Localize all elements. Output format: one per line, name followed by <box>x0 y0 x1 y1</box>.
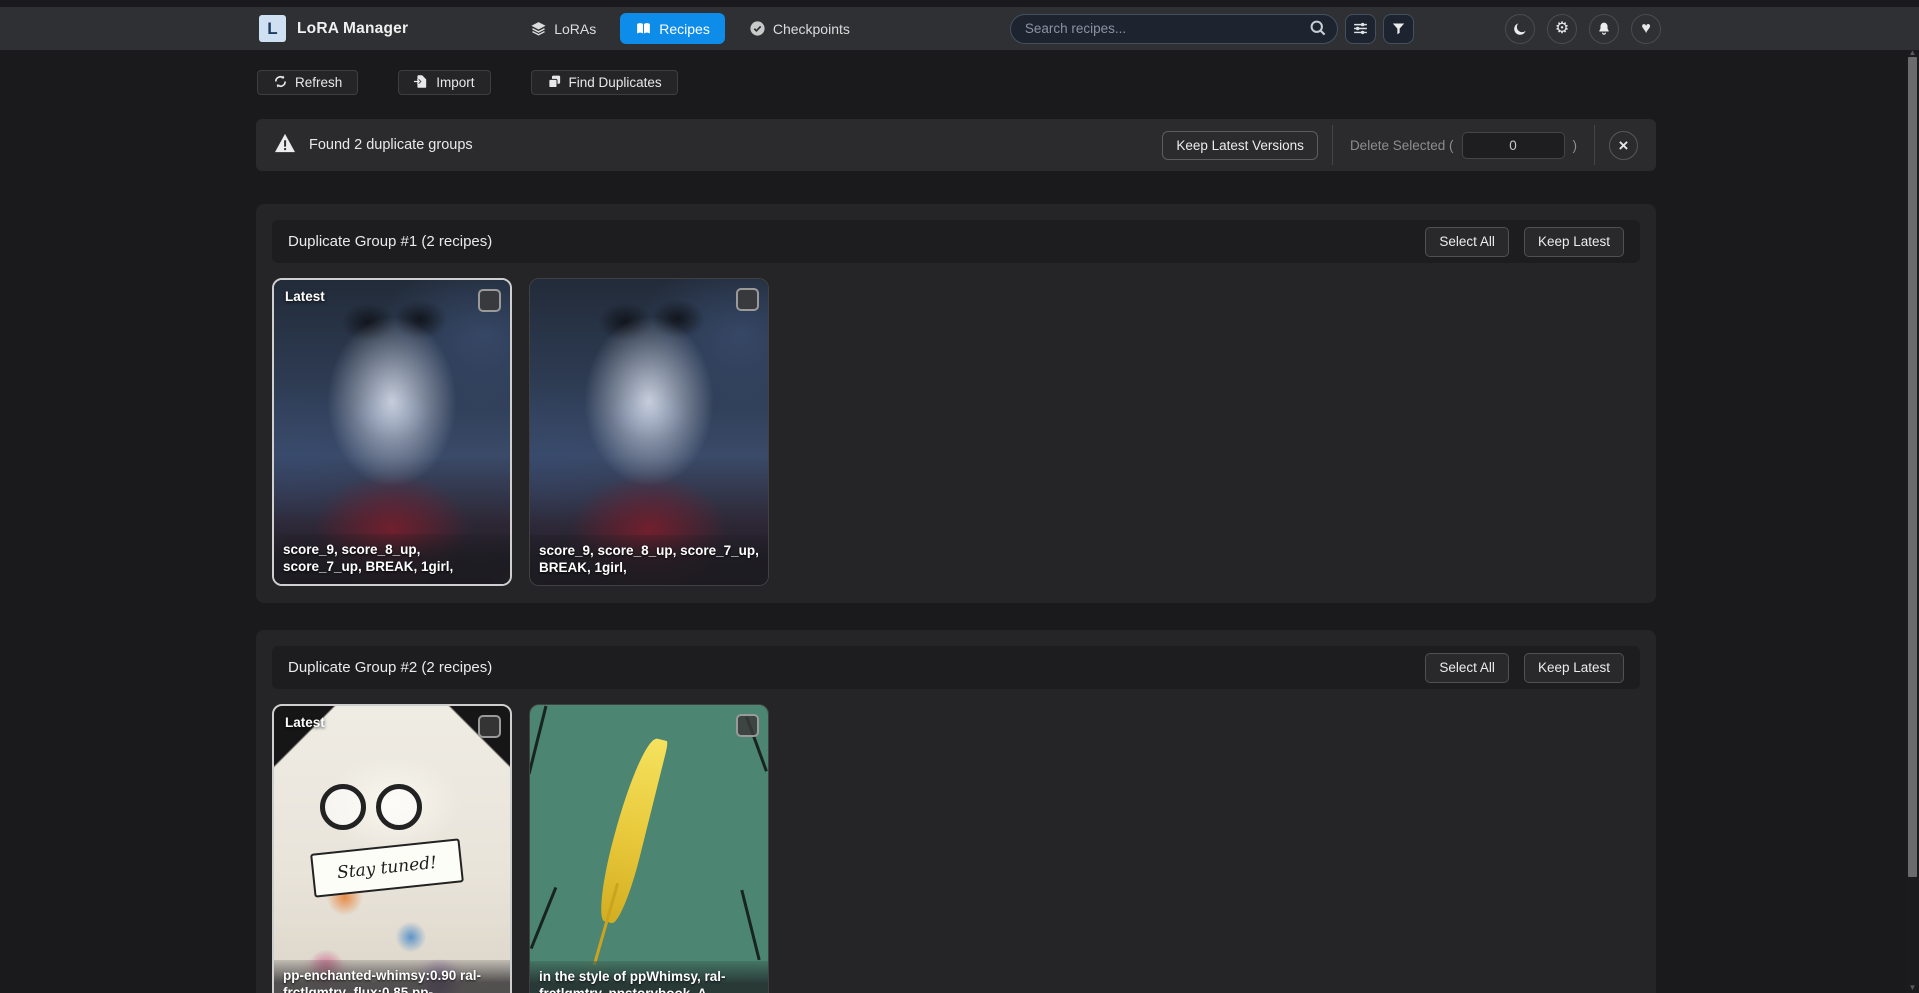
nav-item-checkpoints[interactable]: Checkpoints <box>739 13 860 44</box>
card-checkbox[interactable] <box>478 289 501 312</box>
card-checkbox[interactable] <box>736 714 759 737</box>
scroll-down-arrow[interactable]: ▼ <box>1906 983 1919 992</box>
ink-decor <box>529 706 547 775</box>
navbar-actions: ⚙ ♥ <box>1505 14 1661 44</box>
find-duplicates-button[interactable]: Find Duplicates <box>531 70 678 95</box>
scrollbar-thumb[interactable] <box>1908 57 1917 877</box>
card-checkbox[interactable] <box>478 715 501 738</box>
stay-tuned-sign: Stay tuned! <box>310 838 464 897</box>
vertical-scrollbar[interactable]: ▲ ▼ <box>1906 50 1919 993</box>
recipe-caption: score_9, score_8_up, score_7_up, BREAK, … <box>274 534 510 584</box>
group-2-header: Duplicate Group #2 (2 recipes) Select Al… <box>272 646 1640 689</box>
feather-decor <box>593 734 668 926</box>
main-nav: LoRAs Recipes Checkpoints <box>520 13 860 44</box>
ink-decor <box>530 887 558 949</box>
recipe-card[interactable]: Latest score_9, score_8_up, score_7_up, … <box>272 278 512 586</box>
latest-badge: Latest <box>285 715 325 730</box>
main-content: Refresh Import Find Duplicates Found 2 d… <box>256 50 1656 993</box>
import-icon <box>414 74 429 92</box>
heart-icon[interactable]: ♥ <box>1631 14 1661 44</box>
recipe-card[interactable]: Stay tuned! Latest pp-enchanted-whimsy:0… <box>272 704 512 993</box>
latest-badge: Latest <box>285 289 325 304</box>
group-1-select-all-button[interactable]: Select All <box>1425 227 1509 257</box>
recipe-card[interactable]: in the style of ppWhimsy, ral-frctlgmtry… <box>529 704 769 993</box>
top-navbar: L LoRA Manager LoRAs Recipes Checkpoints <box>0 7 1919 50</box>
search-area <box>1010 14 1414 44</box>
app-logo[interactable]: L <box>259 15 286 42</box>
delete-selected-button[interactable]: Delete Selected ( 0 ) <box>1332 125 1595 165</box>
duplicate-group-2: Duplicate Group #2 (2 recipes) Select Al… <box>256 630 1656 993</box>
delete-selected-label-suffix: ) <box>1573 138 1578 153</box>
card-checkbox[interactable] <box>736 288 759 311</box>
refresh-button[interactable]: Refresh <box>257 70 358 95</box>
duplicate-group-1: Duplicate Group #1 (2 recipes) Select Al… <box>256 204 1656 603</box>
logo-letter: L <box>267 19 277 39</box>
nav-label-loras: LoRAs <box>554 21 596 37</box>
recipe-caption: score_9, score_8_up, score_7_up, BREAK, … <box>530 535 768 585</box>
bell-icon[interactable] <box>1589 14 1619 44</box>
app-title: LoRA Manager <box>297 20 408 38</box>
delete-selected-label: Delete Selected ( <box>1350 138 1454 153</box>
group-2-select-all-button[interactable]: Select All <box>1425 653 1509 683</box>
group-1-cards: Latest score_9, score_8_up, score_7_up, … <box>272 278 1640 586</box>
funnel-icon[interactable] <box>1383 14 1414 44</box>
moon-icon[interactable] <box>1505 14 1535 44</box>
recipe-caption: pp-enchanted-whimsy:0.90 ral-frctlgmtry_… <box>274 960 510 993</box>
book-icon <box>635 20 652 37</box>
recipes-toolbar: Refresh Import Find Duplicates <box>257 70 1656 95</box>
group-1-title: Duplicate Group #1 (2 recipes) <box>288 233 492 250</box>
group-2-cards: Stay tuned! Latest pp-enchanted-whimsy:0… <box>272 704 1640 993</box>
close-icon[interactable]: × <box>1609 131 1638 160</box>
selected-count-box: 0 <box>1462 132 1565 159</box>
ink-decor <box>740 890 760 961</box>
nav-item-recipes[interactable]: Recipes <box>620 13 725 44</box>
cat-glasses-decor <box>320 784 422 830</box>
recipe-preview-image: Stay tuned! <box>274 706 510 993</box>
scroll-up-arrow[interactable]: ▲ <box>1906 48 1919 57</box>
brand[interactable]: L LoRA Manager <box>259 15 408 42</box>
nav-label-recipes: Recipes <box>659 21 710 37</box>
import-button[interactable]: Import <box>398 70 490 95</box>
warning-icon <box>274 133 296 157</box>
group-1-keep-latest-button[interactable]: Keep Latest <box>1524 227 1624 257</box>
recipe-card[interactable]: score_9, score_8_up, score_7_up, BREAK, … <box>529 278 769 586</box>
search-input[interactable] <box>1010 14 1338 44</box>
recipe-caption: in the style of ppWhimsy, ral-frctlgmtry… <box>530 961 768 993</box>
layers-icon <box>530 20 547 37</box>
search-icon[interactable] <box>1307 18 1329 40</box>
recipe-preview-image <box>530 705 768 993</box>
duplicates-icon <box>547 74 562 92</box>
alert-message: Found 2 duplicate groups <box>309 137 473 153</box>
refresh-icon <box>273 74 288 92</box>
keep-latest-versions-button[interactable]: Keep Latest Versions <box>1162 131 1318 160</box>
nav-item-loras[interactable]: LoRAs <box>520 13 606 44</box>
check-circle-icon <box>749 20 766 37</box>
group-2-keep-latest-button[interactable]: Keep Latest <box>1524 653 1624 683</box>
group-2-title: Duplicate Group #2 (2 recipes) <box>288 659 492 676</box>
duplicates-alert-bar: Found 2 duplicate groups Keep Latest Ver… <box>256 119 1656 171</box>
nav-label-checkpoints: Checkpoints <box>773 21 850 37</box>
sliders-icon[interactable] <box>1345 14 1376 44</box>
group-1-header: Duplicate Group #1 (2 recipes) Select Al… <box>272 220 1640 263</box>
gear-icon[interactable]: ⚙ <box>1547 14 1577 44</box>
